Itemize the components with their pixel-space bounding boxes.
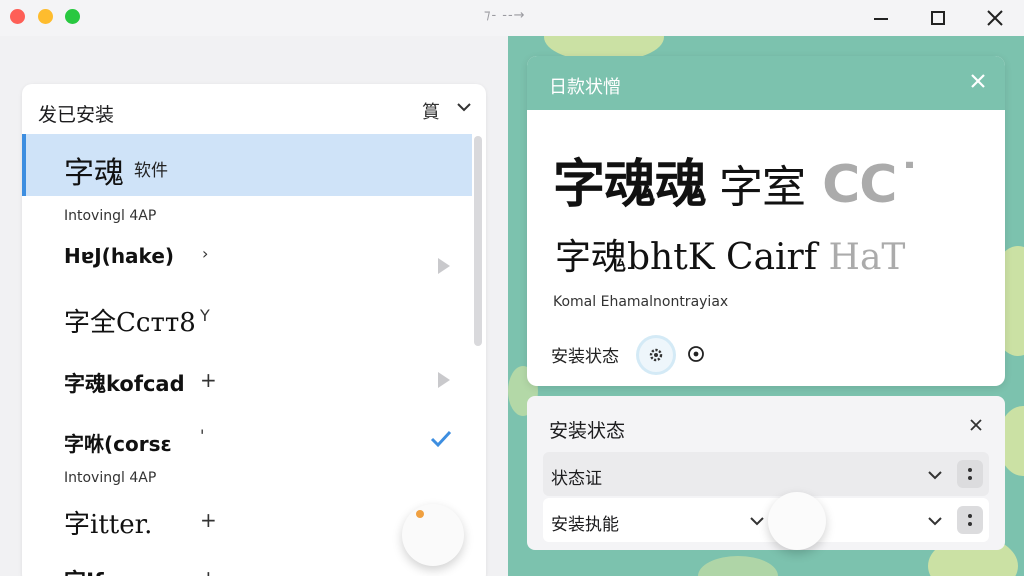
close-icon	[987, 10, 1003, 26]
preview-bold-text: 字魂魂	[553, 155, 707, 215]
chevron-down-icon	[928, 471, 942, 480]
scrollbar-thumb[interactable]	[474, 136, 482, 346]
card-title: 日款状憎	[549, 77, 621, 98]
add-icon[interactable]: +	[200, 566, 217, 576]
chevron-down-icon[interactable]	[456, 99, 472, 115]
maximize-button[interactable]	[923, 4, 953, 32]
sort-icon[interactable]: 篔	[422, 98, 440, 124]
list-item[interactable]: 字全Cᴄᴛᴛ8 Y	[22, 292, 472, 342]
font-preview-large: 字魂魂 字室 CC˙	[553, 142, 922, 217]
font-name: 字咻(corsɛ	[64, 432, 172, 456]
font-suffix: 软件	[134, 161, 168, 181]
font-name: 字全Cᴄᴛᴛ8	[64, 308, 196, 338]
preview-faded-text: CC˙	[805, 155, 922, 215]
info-icon[interactable]	[687, 345, 705, 363]
font-name: 字魂kofcad	[64, 372, 185, 396]
close-button[interactable]	[980, 4, 1010, 32]
chevron-down-icon	[928, 517, 942, 526]
minimize-icon	[874, 18, 888, 20]
list-item[interactable]: 字咻(corsɛ '	[22, 416, 472, 462]
floating-action-knob[interactable]	[402, 504, 464, 566]
stepper-handle[interactable]	[957, 460, 983, 488]
minimize-window-button[interactable]	[38, 9, 53, 24]
expand-arrow-icon[interactable]	[438, 258, 450, 274]
zoom-window-button[interactable]	[65, 9, 80, 24]
preview-light-text: 字室	[706, 162, 806, 213]
install-status-label: 安装状态	[551, 347, 619, 367]
minimize-button[interactable]	[866, 4, 896, 32]
installed-title: 发已安装	[38, 104, 115, 126]
check-icon	[430, 430, 452, 448]
list-item[interactable]: 字魂kofcad +	[22, 356, 472, 402]
decor-blob	[698, 556, 778, 576]
font-name: 字魂	[64, 156, 124, 191]
status-select-label: 状态证	[551, 469, 602, 489]
floating-action-knob[interactable]	[768, 492, 826, 550]
chevron-down-icon	[750, 517, 764, 526]
status-panel-title: 安装状态	[549, 420, 626, 442]
card-header: 日款状憎	[527, 56, 1005, 110]
install-function-select[interactable]: 安装执能	[543, 498, 989, 542]
gear-icon	[649, 348, 663, 362]
list-item[interactable]: 字魂 软件	[22, 134, 472, 196]
preview-line2-faded: HaT	[828, 237, 906, 278]
install-select-label: 安装执能	[551, 515, 619, 535]
font-name: HɐJ(hake)	[64, 244, 175, 268]
stepper-handle[interactable]	[957, 506, 983, 534]
preview-line2-text: 字魂bhtK Cairf	[555, 237, 829, 278]
list-item[interactable]: 字Ifexs +	[22, 554, 472, 576]
add-icon[interactable]: +	[200, 368, 217, 392]
add-icon[interactable]: +	[200, 508, 217, 532]
font-name: 字Ifexs	[64, 564, 146, 576]
close-window-button[interactable]	[10, 9, 25, 24]
section-label: Intovingl 4AP	[64, 208, 157, 224]
chevron-right-icon: ›	[202, 244, 209, 263]
settings-button[interactable]	[639, 338, 673, 372]
maximize-icon	[931, 11, 945, 25]
window-title: ⁊- --→	[484, 8, 526, 23]
status-select[interactable]: 状态证	[543, 452, 989, 496]
indicator-dot	[416, 510, 424, 518]
font-details-card: 日款状憎 字魂魂 字室 CC˙ 字魂bhtK Cairf HaT Komal E…	[527, 56, 1005, 386]
status-mark: Y	[200, 306, 210, 325]
install-status-panel: 安装状态 状态证 安装执能	[527, 396, 1005, 550]
list-item[interactable]: HɐJ(hake) ›	[22, 234, 472, 278]
title-bar: ⁊- --→	[0, 0, 1024, 36]
font-preview-medium: 字魂bhtK Cairf HaT	[555, 228, 905, 280]
font-name: 字itter.	[64, 510, 153, 540]
section-label: Intovingl 4AP	[64, 470, 157, 486]
sample-text: Komal Ehamalnontrayiax	[553, 294, 729, 310]
expand-arrow-icon[interactable]	[438, 372, 450, 388]
status-mark: '	[200, 426, 205, 445]
installed-fonts-panel: 发已安装 篔 字魂 软件 Intovingl 4AP HɐJ(hake) › 字…	[22, 84, 486, 576]
close-icon[interactable]	[967, 70, 989, 92]
close-icon[interactable]	[967, 416, 985, 434]
installed-header: 发已安装 篔	[22, 84, 486, 134]
